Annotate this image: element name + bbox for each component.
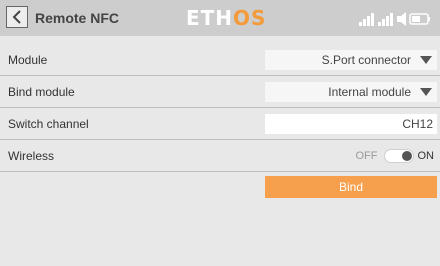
bind-module-value: Internal module	[328, 85, 411, 99]
module-value: S.Port connector	[321, 53, 411, 67]
page-title: Remote NFC	[35, 10, 120, 26]
wireless-row: Wireless OFF ON	[0, 140, 440, 172]
speaker-icon	[397, 12, 406, 26]
wireless-toggle[interactable]	[383, 149, 414, 163]
wireless-label: Wireless	[8, 149, 55, 163]
back-arrow-icon	[12, 10, 21, 24]
toggle-on-label: ON	[417, 150, 435, 162]
ethos-logo: ETHOS	[186, 6, 267, 30]
dropdown-arrow-icon	[420, 56, 432, 64]
switch-channel-label: Switch channel	[8, 117, 89, 131]
module-label: Module	[8, 53, 48, 67]
toggle-knob	[401, 151, 412, 161]
battery-icon	[409, 13, 430, 25]
bind-module-row: Bind module Internal module	[0, 76, 440, 108]
module-select[interactable]: S.Port connector	[265, 50, 437, 70]
signal-bars-icon	[359, 13, 374, 26]
status-icons	[359, 12, 430, 26]
remote-nfc-screen: Remote NFC ETHOS Module S.Port connector…	[0, 0, 440, 266]
signal-bars-icon	[378, 13, 393, 26]
switch-channel-value: CH12	[402, 117, 433, 131]
back-button[interactable]	[6, 6, 28, 28]
toggle-off-label: OFF	[355, 150, 378, 162]
bind-button[interactable]: Bind	[265, 176, 437, 198]
bind-module-select[interactable]: Internal module	[265, 82, 437, 102]
module-row: Module S.Port connector	[0, 44, 440, 76]
header-bar: Remote NFC ETHOS	[0, 0, 440, 36]
dropdown-arrow-icon	[420, 88, 432, 96]
wireless-toggle-group: OFF ON	[355, 148, 435, 164]
switch-channel-row: Switch channel CH12	[0, 108, 440, 140]
switch-channel-field[interactable]: CH12	[265, 114, 437, 134]
bind-module-label: Bind module	[8, 85, 75, 99]
